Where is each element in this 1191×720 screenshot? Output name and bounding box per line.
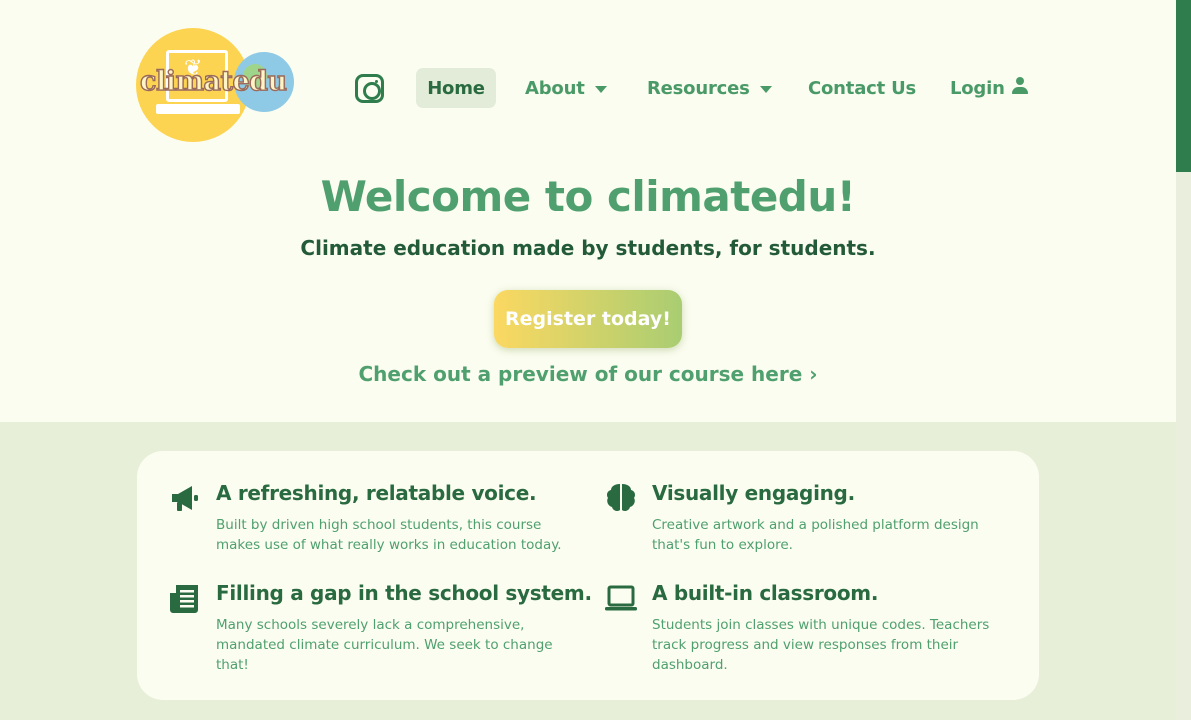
caret-down-icon xyxy=(759,85,772,93)
course-preview-link[interactable]: Check out a preview of our course here › xyxy=(0,362,1176,386)
scrollbar-thumb[interactable] xyxy=(1176,0,1191,172)
nav-resources-label: Resources xyxy=(647,77,750,99)
megaphone-icon xyxy=(172,486,198,511)
feature-description: Built by driven high school students, th… xyxy=(216,517,562,553)
register-button-label: Register today! xyxy=(505,308,671,330)
nav-home[interactable]: Home xyxy=(416,68,496,108)
nav-resources[interactable]: Resources xyxy=(647,68,772,108)
feature-title: A refreshing, relatable voice. xyxy=(216,481,537,505)
laptop-icon xyxy=(605,585,637,611)
feature-title: Visually engaging. xyxy=(652,481,855,505)
nav-about[interactable]: About xyxy=(525,68,607,108)
feature-description: Many schools severely lack a comprehensi… xyxy=(216,617,553,673)
nav-contact-label: Contact Us xyxy=(808,77,917,99)
nav-home-label: Home xyxy=(427,77,485,99)
nav-contact-us[interactable]: Contact Us xyxy=(808,68,916,108)
register-button[interactable]: Register today! xyxy=(494,290,682,348)
instagram-icon[interactable] xyxy=(355,74,384,103)
nav-login-label: Login xyxy=(950,77,1005,99)
feature-description: Students join classes with unique codes.… xyxy=(652,617,990,673)
logo-wordmark: climatedu xyxy=(139,65,288,97)
brain-icon xyxy=(607,484,635,511)
logo-laptop-base xyxy=(156,104,240,114)
hero-subtitle: Climate education made by students, for … xyxy=(300,236,876,260)
page-title: Welcome to climatedu! xyxy=(320,172,856,221)
nav-login[interactable]: Login xyxy=(950,68,1029,108)
nav-about-label: About xyxy=(525,77,585,99)
user-icon xyxy=(1011,77,1029,95)
feature-title: Filling a gap in the school system. xyxy=(216,581,592,605)
feature-title: A built-in classroom. xyxy=(652,581,879,605)
climatedu-logo[interactable]: ❦ climatedu xyxy=(136,26,298,146)
caret-down-icon xyxy=(594,85,607,93)
newspaper-icon xyxy=(170,585,198,613)
feature-description: Creative artwork and a polished platform… xyxy=(652,517,979,553)
